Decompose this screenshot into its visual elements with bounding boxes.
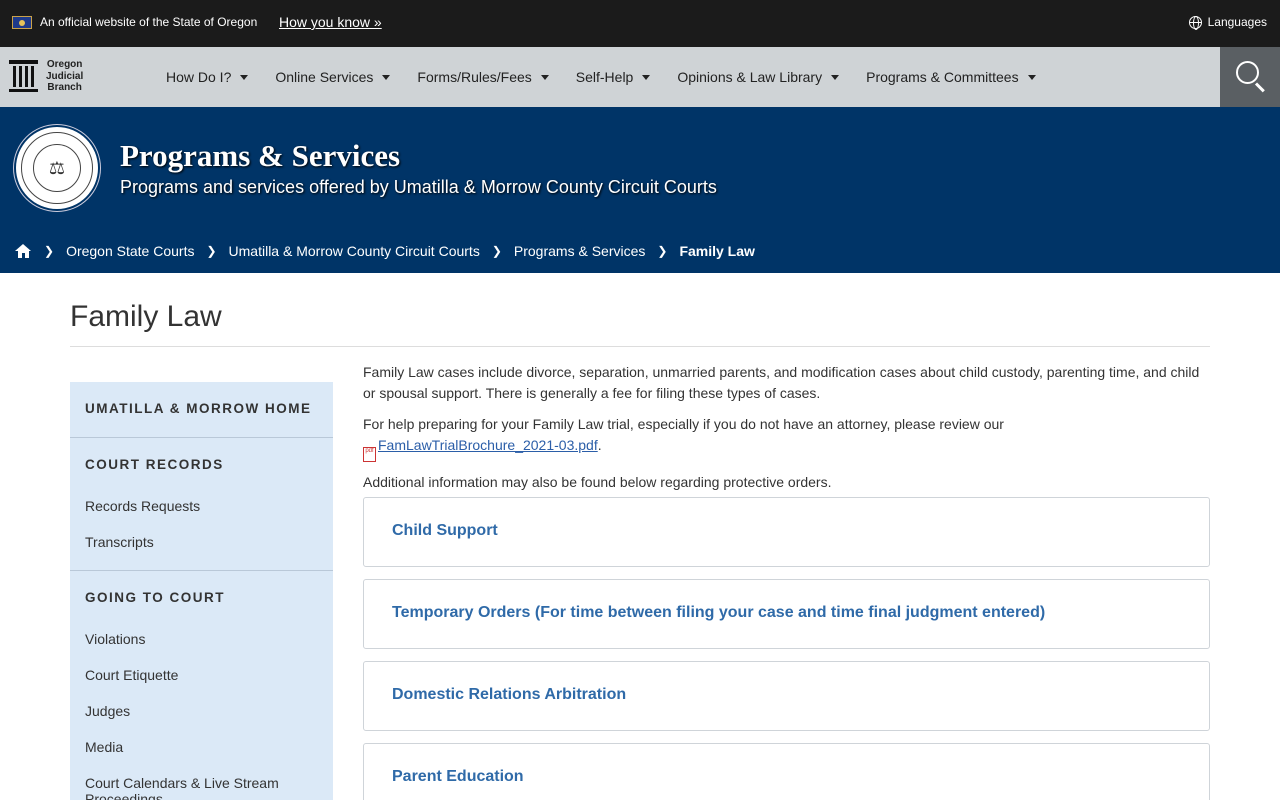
official-banner: An official website of the State of Oreg… (0, 0, 1280, 47)
primary-nav: How Do I? Online Services Forms/Rules/Fe… (166, 47, 1063, 107)
hero-subtitle: Programs and services offered by Umatill… (120, 177, 717, 197)
search-icon (1236, 61, 1259, 84)
caret-down-icon (382, 74, 391, 80)
page-title: Family Law (70, 300, 222, 333)
chevron-right-icon: ❯ (657, 244, 668, 258)
nav-online-services[interactable]: Online Services (275, 69, 391, 85)
nav-forms-rules-fees[interactable]: Forms/Rules/Fees (417, 69, 549, 85)
accordion-title: Child Support (392, 522, 498, 539)
search-button[interactable] (1220, 47, 1280, 107)
accordion-temporary-orders[interactable]: Temporary Orders (For time between filin… (363, 579, 1210, 649)
official-site-text: An official website of the State of Oreg… (40, 15, 258, 29)
pdf-icon: pdf (363, 447, 376, 462)
breadcrumb-current: Family Law (679, 243, 755, 259)
caret-down-icon (642, 74, 651, 80)
sidebar-item-violations[interactable]: Violations (85, 631, 145, 647)
nav-how-do-i[interactable]: How Do I? (166, 69, 249, 85)
chevron-right-icon: ❯ (44, 244, 55, 258)
caret-down-icon (1027, 74, 1036, 80)
sidebar-item-court-calendars[interactable]: Court Calendars & Live Stream Proceeding… (85, 775, 315, 800)
sidebar-item-court-etiquette[interactable]: Court Etiquette (85, 667, 178, 683)
brochure-pdf-link[interactable]: FamLawTrialBrochure_2021-03.pdf (378, 437, 598, 453)
sidebar-item-transcripts[interactable]: Transcripts (85, 534, 154, 550)
breadcrumb-link[interactable]: Oregon State Courts (66, 243, 194, 259)
hero-title: Programs & Services (120, 138, 401, 173)
languages-button[interactable]: Languages (1188, 15, 1267, 30)
accordion-title: Domestic Relations Arbitration (392, 686, 627, 703)
sidebar-item-media[interactable]: Media (85, 739, 123, 755)
caret-down-icon (831, 74, 840, 80)
home-icon[interactable] (15, 243, 32, 259)
page-hero: ⚖ Programs & Services Programs and servi… (0, 107, 1280, 273)
chevron-right-icon: ❯ (206, 244, 217, 258)
intro-paragraph: Family Law cases include divorce, separa… (363, 364, 1200, 401)
title-divider (70, 346, 1210, 347)
judicial-seal-icon: ⚖ (16, 127, 98, 209)
pillars-icon (9, 60, 38, 93)
nav-opinions-law-library[interactable]: Opinions & Law Library (677, 69, 840, 85)
languages-label: Languages (1207, 15, 1267, 29)
main-content: Family Law cases include divorce, separa… (363, 362, 1210, 503)
breadcrumb: ❯ Oregon State Courts ❯ Umatilla & Morro… (15, 243, 755, 259)
sidebar: UMATILLA & MORROW HOME COURT RECORDS Rec… (70, 382, 333, 800)
sidebar-divider (70, 437, 333, 438)
accordion-child-support[interactable]: Child Support (363, 497, 1210, 567)
how-you-know-link[interactable]: How you know » (279, 14, 382, 30)
main-navbar: Oregon Judicial Branch How Do I? Online … (0, 47, 1280, 107)
caret-down-icon (540, 74, 549, 80)
logo-text: Oregon Judicial Branch (46, 59, 84, 93)
chevron-right-icon: ❯ (491, 244, 502, 258)
accordion-parent-education[interactable]: Parent Education (363, 743, 1210, 800)
breadcrumb-link[interactable]: Umatilla & Morrow County Circuit Courts (229, 243, 480, 259)
additional-info-paragraph: Additional information may also be found… (363, 474, 832, 490)
caret-down-icon (240, 74, 249, 80)
sidebar-item-judges[interactable]: Judges (85, 703, 130, 719)
globe-icon (1188, 15, 1202, 30)
ojd-logo[interactable]: Oregon Judicial Branch (9, 59, 83, 94)
sidebar-divider (70, 570, 333, 571)
sidebar-heading-going-to-court: GOING TO COURT (85, 590, 226, 605)
accordion-title: Temporary Orders (For time between filin… (392, 604, 1046, 621)
sidebar-item-records-requests[interactable]: Records Requests (85, 498, 200, 514)
sidebar-home-link[interactable]: UMATILLA & MORROW HOME (85, 401, 311, 416)
oregon-flag-icon (12, 16, 32, 29)
accordion-domestic-relations-arbitration[interactable]: Domestic Relations Arbitration (363, 661, 1210, 731)
brochure-paragraph: For help preparing for your Family Law t… (363, 414, 1210, 462)
nav-self-help[interactable]: Self-Help (576, 69, 651, 85)
breadcrumb-link[interactable]: Programs & Services (514, 243, 645, 259)
nav-programs-committees[interactable]: Programs & Committees (866, 69, 1036, 85)
sidebar-heading-court-records: COURT RECORDS (85, 457, 224, 472)
accordion-title: Parent Education (392, 768, 524, 785)
